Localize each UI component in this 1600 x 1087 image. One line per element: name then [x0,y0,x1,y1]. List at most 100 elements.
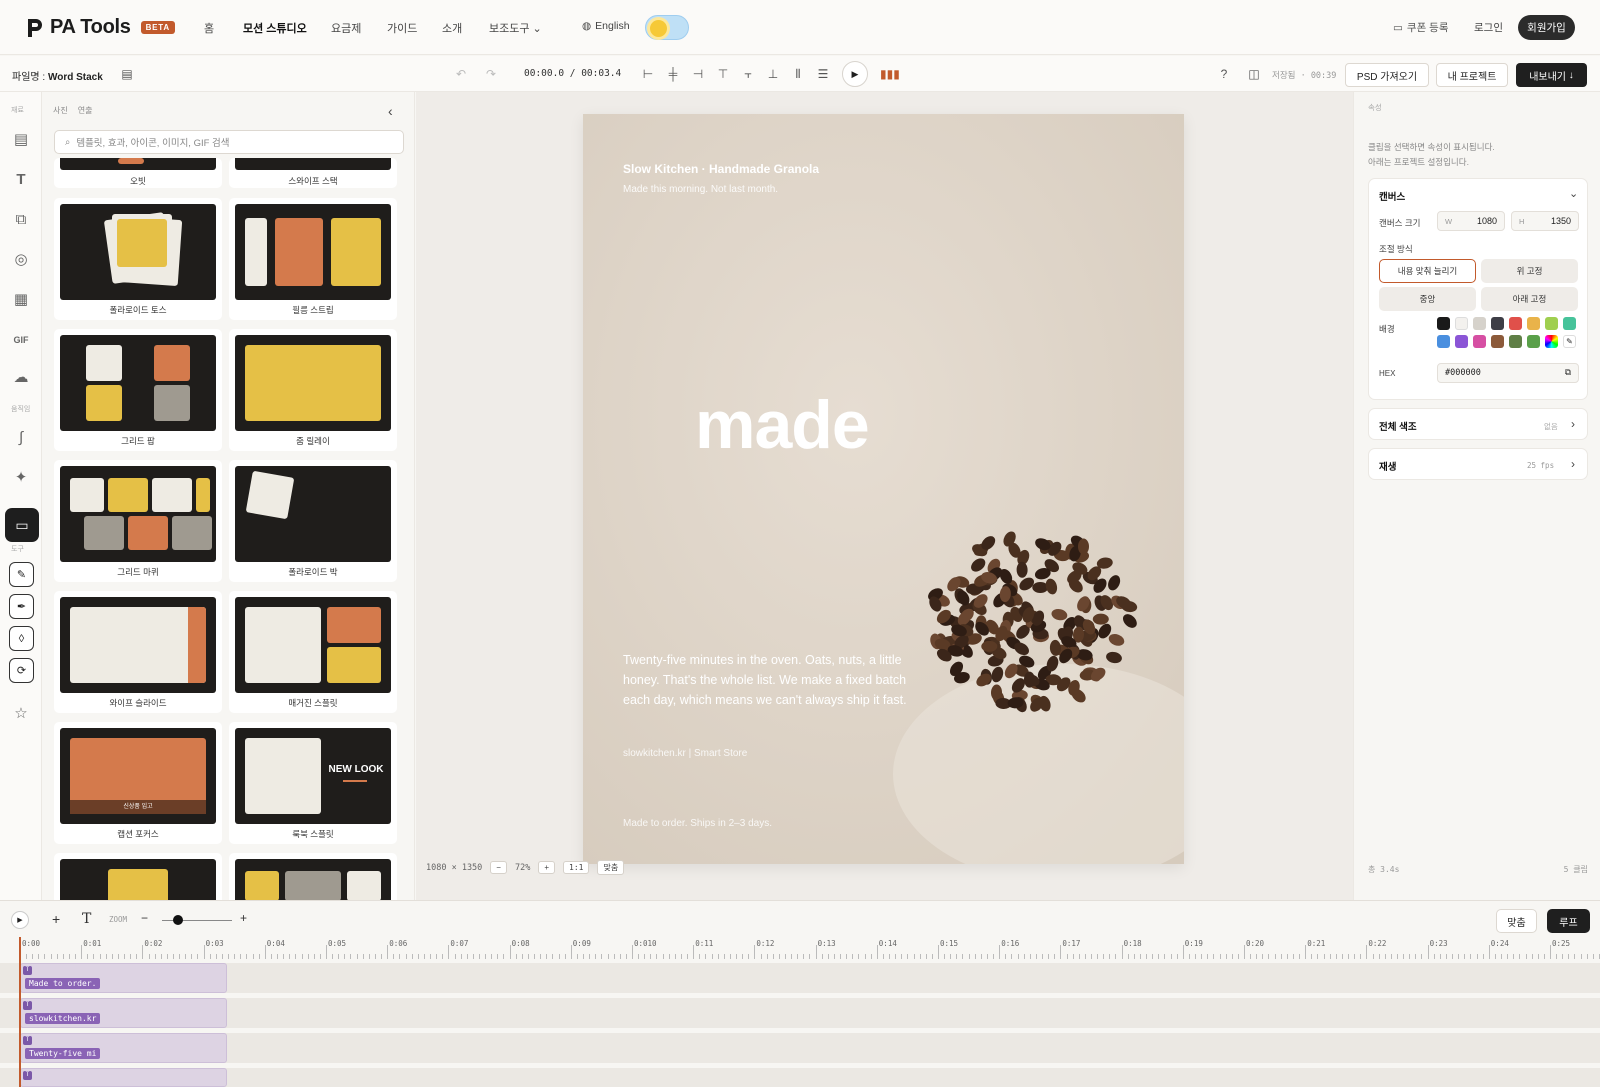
text-icon[interactable]: T [82,911,91,927]
align-top-icon[interactable]: ⊤ [716,67,730,81]
nav-tools[interactable]: 보조도구 ⌄ [489,20,542,36]
collapse-panel-icon[interactable]: ‹ [388,103,393,119]
star-icon[interactable]: ☆ [11,704,31,724]
text-icon[interactable]: T [11,170,31,190]
template-card-polaroid-wall[interactable]: 폴라로이드 박 [229,460,397,582]
panel-toggle-icon[interactable]: ◫ [1247,67,1261,81]
canvas-footer-text[interactable]: Made to order. Ships in 2–3 days. [623,818,772,829]
align-left-icon[interactable]: ⊢ [641,67,655,81]
actual-size-button[interactable]: 1:1 [563,861,590,874]
canvas-headline-text[interactable]: made [695,386,870,464]
canvas-url-text[interactable]: slowkitchen.kr | Smart Store [623,748,747,759]
zoom-out-button[interactable]: − [490,861,507,874]
fit-center-option[interactable]: 중앙 [1379,287,1476,311]
height-input[interactable]: H 1350 [1511,211,1579,231]
width-input[interactable]: W 1080 [1437,211,1505,231]
color-swatch[interactable] [1491,335,1504,348]
layout-icon[interactable]: ▤ [11,130,31,150]
color-swatch[interactable] [1437,317,1450,330]
crop-icon[interactable]: ⟳ [9,658,34,683]
distribute-h-icon[interactable]: ⦀ [791,67,805,81]
document-icon[interactable]: ▤ [120,67,134,81]
template-card-zoom-relay[interactable]: 줌 릴레이 [229,329,397,451]
color-swatch[interactable] [1473,317,1486,330]
gif-icon[interactable]: GIF [11,330,31,350]
canvas-body-text[interactable]: Twenty-five minutes in the oven. Oats, n… [623,650,933,710]
psd-import-button[interactable]: PSD 가져오기 [1345,63,1429,87]
template-card-orbit[interactable]: 오빗 [54,158,222,188]
elements-icon[interactable]: ⧉ [11,210,31,230]
distribute-v-icon[interactable]: ☰ [816,67,830,81]
template-card-grid-pop[interactable]: 그리드 팝 [54,329,222,451]
timeline-play-button[interactable]: ▶ [11,911,29,929]
signup-button[interactable]: 회원가입 [1518,15,1575,40]
language-selector[interactable]: ◍ English [582,20,630,32]
template-card-swipe-stack[interactable]: 스와이프 스택 [229,158,397,188]
nav-home[interactable]: 홈 [204,20,214,36]
copy-icon[interactable]: ⧉ [1565,368,1571,378]
add-icon[interactable]: + [52,911,60,927]
tab-photo[interactable]: 사진 [53,105,68,116]
play-button[interactable]: ▶ [842,61,868,87]
chevron-down-icon[interactable]: ⌄ [1569,187,1578,200]
template-card-magazine-split[interactable]: 매거진 스플릿 [229,591,397,713]
template-card-caption-focus[interactable]: 신상품 입고 캡션 포커스 [54,722,222,844]
zoom-in-button[interactable]: + [538,861,555,874]
undo-icon[interactable]: ↶ [454,67,468,81]
presentation-icon[interactable]: ▭ [5,508,39,542]
theme-toggle[interactable] [645,15,689,40]
fit-stretch-option[interactable]: 내용 맞춰 늘리기 [1379,259,1476,283]
color-swatch[interactable] [1545,317,1558,330]
fit-bottom-option[interactable]: 아래 고정 [1481,287,1578,311]
logo[interactable]: PA Tools BETA [26,16,175,39]
grid-icon[interactable]: ▦ [11,290,31,310]
template-card-polaroid-toss[interactable]: 폴라로이드 토스 [54,198,222,320]
color-swatch[interactable] [1473,335,1486,348]
my-projects-button[interactable]: 내 프로젝트 [1436,63,1508,87]
playback-section[interactable]: 재생 25 fps › [1368,448,1588,480]
timeline-clip[interactable]: T Made to order. [20,963,227,993]
canvas-title-text[interactable]: Slow Kitchen · Handmade Granola [623,162,819,176]
fit-top-option[interactable]: 위 고정 [1481,259,1578,283]
template-card-partial[interactable] [229,853,397,900]
pen-icon[interactable]: ✒ [9,594,34,619]
coupon-link[interactable]: ▭ 쿠폰 등록 [1393,20,1448,35]
color-swatch[interactable] [1455,317,1468,330]
rainbow-swatch[interactable] [1545,335,1558,348]
waveform-icon[interactable]: ▮▮▮ [880,67,900,81]
zoom-out-icon[interactable]: − [141,911,148,925]
template-search-input[interactable]: ⌕ 템플릿, 효과, 아이콘, 이미지, GIF 검색 [54,130,404,154]
template-card-partial[interactable] [54,853,222,900]
align-right-icon[interactable]: ⊣ [691,67,705,81]
nav-motion-studio[interactable]: 모션 스튜디오 [243,20,307,36]
redo-icon[interactable]: ↷ [484,67,498,81]
timeline-ruler[interactable]: 0:00 0:01 0:02 0:03 0:04 0:05 0:06 0:07 0:08 0:09… [0,937,1600,959]
template-card-grid-marquee[interactable]: 그리드 마퀴 [54,460,222,582]
help-icon[interactable]: ? [1217,67,1231,81]
nav-guide[interactable]: 가이드 [387,20,417,36]
template-card-wipe-slide[interactable]: 와이프 슬라이드 [54,591,222,713]
sparkle-icon[interactable]: ✦ [11,468,31,488]
canvas-subtitle-text[interactable]: Made this morning. Not last month. [623,184,778,195]
export-button[interactable]: 내보내기 ↓ [1516,63,1587,87]
design-canvas[interactable]: Slow Kitchen · Handmade Granola Made thi… [583,114,1184,864]
timeline-clip[interactable]: T [20,1068,227,1087]
color-swatch[interactable] [1563,317,1576,330]
color-swatch[interactable] [1527,317,1540,330]
color-grading-section[interactable]: 전체 색조 없음 › [1368,408,1588,440]
tab-direction[interactable]: 연출 [78,105,93,116]
nav-pricing[interactable]: 요금제 [331,20,361,36]
template-card-lookbook-split[interactable]: NEW LOOK 룩북 스플릿 [229,722,397,844]
color-swatch[interactable] [1509,335,1522,348]
color-swatch[interactable] [1437,335,1450,348]
align-center-h-icon[interactable]: ╪ [666,67,680,81]
color-swatch[interactable] [1455,335,1468,348]
upload-cloud-icon[interactable]: ☁ [11,368,31,388]
pencil-icon[interactable]: ✎ [9,562,34,587]
align-middle-icon[interactable]: ⫟ [741,67,755,81]
drop-icon[interactable]: ◊ [9,626,34,651]
color-swatch[interactable] [1527,335,1540,348]
timeline-clip[interactable]: T Twenty-five mi [20,1033,227,1063]
timeline-clip[interactable]: Tslowkitchen.kr [20,998,227,1028]
hex-input[interactable]: #000000 ⧉ [1437,363,1579,383]
